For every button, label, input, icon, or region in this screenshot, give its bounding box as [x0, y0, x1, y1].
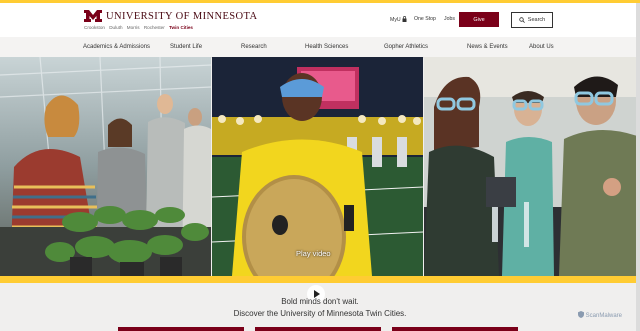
shield-icon	[578, 311, 584, 318]
campus-link-rochester[interactable]: Rochester	[144, 25, 165, 30]
search-icon	[519, 17, 525, 23]
nav-item-academics-admissions[interactable]: Academics & Admissions	[83, 44, 150, 50]
hero-image-marching-band	[212, 57, 423, 276]
myu-link[interactable]: MyU	[390, 16, 407, 23]
campus-link-morris[interactable]: Morris	[127, 25, 140, 30]
tagline: Bold minds don't wait. Discover the Univ…	[0, 296, 640, 320]
hero-image-lab-students	[424, 57, 640, 276]
nav-item-health-sciences[interactable]: Health Sciences	[305, 44, 348, 50]
nav-item-about-us[interactable]: About Us	[529, 44, 554, 50]
site-header: UNIVERSITY OF MINNESOTA Crookston Duluth…	[0, 3, 640, 37]
tagline-line-2: Discover the University of Minnesota Twi…	[233, 309, 407, 318]
play-video-label[interactable]: Play video	[296, 249, 331, 258]
cta-button-3[interactable]	[392, 327, 518, 331]
one-stop-link[interactable]: One Stop	[414, 16, 436, 22]
scanmalware-watermark: ScanMalware	[578, 311, 622, 319]
page-scrollbar[interactable]	[636, 3, 640, 331]
university-wordmark[interactable]: UNIVERSITY OF MINNESOTA	[106, 11, 257, 22]
search-button[interactable]: Search	[511, 12, 553, 28]
campus-links: Crookston Duluth Morris Rochester Twin C…	[84, 25, 196, 30]
nav-item-news-events[interactable]: News & Events	[467, 44, 508, 50]
jobs-link[interactable]: Jobs	[444, 16, 455, 22]
campus-link-crookston[interactable]: Crookston	[84, 25, 105, 30]
cta-button-1[interactable]	[118, 327, 244, 331]
hero-banner: Play video	[0, 57, 640, 303]
cta-button-row	[0, 327, 640, 331]
gold-divider	[0, 276, 640, 283]
nav-item-student-life[interactable]: Student Life	[170, 44, 202, 50]
nav-item-research[interactable]: Research	[241, 44, 267, 50]
block-m-logo-icon[interactable]	[84, 10, 102, 22]
campus-link-duluth[interactable]: Duluth	[109, 25, 122, 30]
give-button[interactable]: Give	[459, 12, 499, 27]
cta-button-2[interactable]	[255, 327, 381, 331]
lock-icon	[402, 16, 407, 22]
main-nav: Academics & Admissions Student Life Rese…	[0, 37, 640, 58]
hero-image-greenhouse	[0, 57, 211, 276]
tagline-line-1: Bold minds don't wait.	[281, 297, 359, 306]
nav-item-gopher-athletics[interactable]: Gopher Athletics	[384, 44, 428, 50]
campus-link-twin-cities[interactable]: Twin Cities	[169, 25, 193, 30]
